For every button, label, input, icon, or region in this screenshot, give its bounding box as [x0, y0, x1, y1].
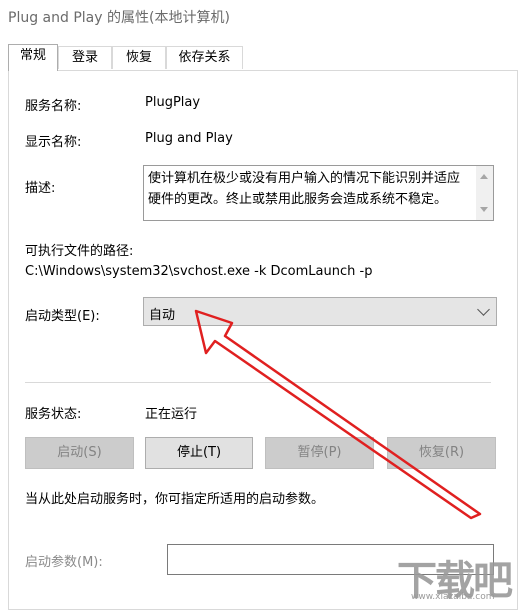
startup-type-label: 启动类型(E):: [25, 309, 100, 324]
description-text: 使计算机在极少或没有用户输入的情况下能识别并适应硬件的更改。终止或禁用此服务会造…: [148, 171, 461, 207]
display-name-label: 显示名称:: [25, 135, 82, 150]
tab-dependencies[interactable]: 依存关系: [166, 46, 243, 69]
scroll-up-icon[interactable]: [480, 174, 488, 179]
general-panel: [8, 70, 518, 610]
status-value: 正在运行: [145, 407, 198, 422]
description-box[interactable]: 使计算机在极少或没有用户输入的情况下能识别并适应硬件的更改。终止或禁用此服务会造…: [143, 165, 494, 221]
tab-recovery[interactable]: 恢复: [112, 46, 166, 69]
title-bar: Plug and Play 的属性(本地计算机): [0, 0, 528, 32]
description-label: 描述:: [25, 181, 56, 196]
exe-path-value: C:\Windows\system32\svchost.exe -k DcomL…: [25, 264, 373, 279]
start-params-hint: 当从此处启动服务时，你可指定所适用的启动参数。: [25, 492, 325, 507]
separator: [25, 382, 491, 383]
exe-path-label: 可执行文件的路径:: [25, 244, 134, 259]
description-scrollbar[interactable]: [476, 166, 493, 220]
startup-type-select[interactable]: 自动: [143, 297, 497, 326]
resume-button[interactable]: 恢复(R): [387, 437, 496, 469]
tab-general[interactable]: 常规: [8, 44, 58, 71]
service-name-value: PlugPlay: [145, 95, 201, 110]
startup-type-value: 自动: [149, 308, 176, 323]
window-title: Plug and Play 的属性(本地计算机): [8, 10, 230, 26]
tab-logon[interactable]: 登录: [58, 46, 112, 69]
start-button[interactable]: 启动(S): [25, 437, 134, 469]
display-name-value: Plug and Play: [145, 131, 233, 146]
pause-button[interactable]: 暂停(P): [265, 437, 374, 469]
chevron-down-icon: [477, 303, 490, 316]
service-name-label: 服务名称:: [25, 99, 82, 114]
watermark-logo: 下载吧 www.xiazaiba.com: [397, 548, 523, 604]
watermark-url: www.xiazaiba.com: [411, 592, 495, 602]
status-label: 服务状态:: [25, 407, 82, 422]
scroll-down-icon[interactable]: [480, 207, 488, 212]
start-params-label: 启动参数(M):: [25, 555, 103, 570]
stop-button[interactable]: 停止(T): [145, 437, 253, 469]
